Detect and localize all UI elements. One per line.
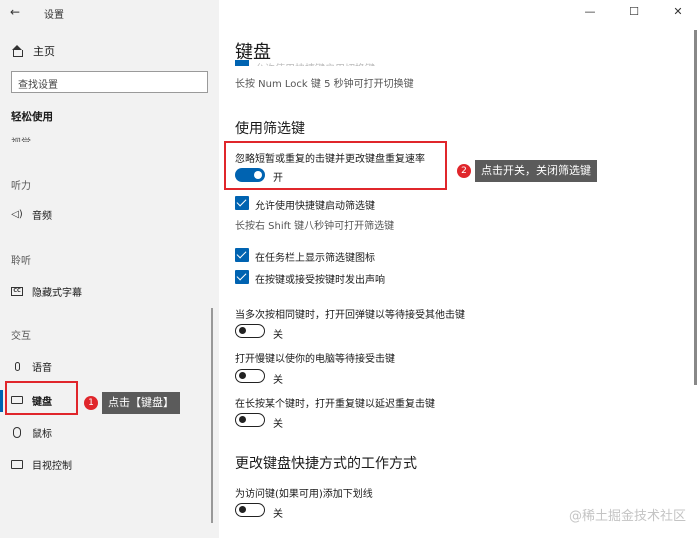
bounce-toggle-state: 关 xyxy=(273,330,283,341)
group-label-hearing: 听力 xyxy=(11,181,31,192)
app-title: 设置 xyxy=(44,10,64,21)
underline-toggle-state: 关 xyxy=(273,509,283,520)
speaker-icon: ◁) xyxy=(11,208,23,220)
bounce-keys-label: 当多次按相同键时，打开回弹键以等待接受其他击键 xyxy=(235,310,465,321)
filter-keys-heading: 使用筛选键 xyxy=(235,121,305,137)
underline-toggle[interactable] xyxy=(235,503,265,517)
annotation-badge-1: 1 xyxy=(84,396,98,410)
annotation-box-keyboard xyxy=(5,381,78,415)
beep-label: 在按键或接受按键时发出声响 xyxy=(255,275,385,286)
sidebar-item-captions[interactable]: CC 隐藏式字幕 xyxy=(11,283,82,299)
minimize-icon[interactable]: — xyxy=(568,0,612,24)
repeat-keys-toggle[interactable] xyxy=(235,413,265,427)
taskbar-icon-label: 在任务栏上显示筛选键图标 xyxy=(255,253,375,264)
annotation-badge-2: 2 xyxy=(457,164,471,178)
sidebar-item-label: 鼠标 xyxy=(32,428,52,440)
beep-checkbox[interactable] xyxy=(235,270,249,284)
annotation-tip-1: 点击【键盘】 xyxy=(102,392,180,414)
repeat-keys-label: 在长按某个键时，打开重复键以延迟重复击键 xyxy=(235,399,435,410)
microphone-icon xyxy=(11,360,23,372)
captions-icon: CC xyxy=(11,285,23,297)
sidebar-item-label: 音频 xyxy=(32,210,52,222)
search-placeholder: 查找设置 xyxy=(18,80,58,91)
filter-shortcut-label: 允许使用快捷键启动筛选键 xyxy=(255,201,375,212)
numlock-partial-label: 允许使用快捷键启用切换键 xyxy=(255,60,375,66)
back-arrow-icon[interactable]: ← xyxy=(10,5,24,19)
sidebar-item-label: 隐藏式字幕 xyxy=(32,287,82,299)
mouse-icon xyxy=(11,426,23,438)
home-icon xyxy=(11,45,23,57)
watermark: @稀土掘金技术社区 xyxy=(568,509,686,524)
shortcut-heading: 更改键盘快捷方式的工作方式 xyxy=(235,456,417,472)
main-scrollbar[interactable] xyxy=(694,30,697,385)
slow-keys-label: 打开慢键以使你的电脑等待接受击键 xyxy=(235,354,395,365)
active-indicator xyxy=(0,390,3,412)
annotation-tip-2: 点击开关，关闭筛选键 xyxy=(475,160,597,182)
sidebar-item-mouse[interactable]: 鼠标 xyxy=(11,424,52,440)
maximize-icon[interactable]: ☐ xyxy=(612,0,656,24)
group-label-interaction: 交互 xyxy=(11,331,31,342)
sidebar-item-label: 目视控制 xyxy=(32,460,72,472)
window-controls: — ☐ ✕ xyxy=(568,0,700,24)
sidebar: ← 设置 主页 查找设置 轻松使用 视觉 听力 ◁) 音频 聆听 CC 隐藏式字… xyxy=(0,0,219,538)
main-content: — ☐ ✕ 键盘 允许使用快捷键启用切换键 长按 Num Lock 键 5 秒钟… xyxy=(219,0,700,538)
search-input[interactable]: 查找设置 xyxy=(11,71,208,93)
underline-label: 为访问键(如果可用)添加下划线 xyxy=(235,489,373,500)
home-nav-item[interactable]: 主页 xyxy=(11,43,55,59)
sidebar-item-speech[interactable]: 语音 xyxy=(11,358,52,374)
sidebar-item-label: 语音 xyxy=(32,362,52,374)
section-title: 轻松使用 xyxy=(11,111,53,123)
numlock-hint: 长按 Num Lock 键 5 秒钟可打开切换键 xyxy=(235,79,414,90)
home-label: 主页 xyxy=(33,45,55,58)
filter-shortcut-checkbox[interactable] xyxy=(235,196,249,210)
repeat-toggle-state: 关 xyxy=(273,419,283,430)
eye-control-icon xyxy=(11,458,23,470)
sidebar-item-audio[interactable]: ◁) 音频 xyxy=(11,206,52,222)
close-icon[interactable]: ✕ xyxy=(656,0,700,24)
bounce-keys-toggle[interactable] xyxy=(235,324,265,338)
slow-toggle-state: 关 xyxy=(273,375,283,386)
taskbar-icon-checkbox[interactable] xyxy=(235,248,249,262)
group-label-vision-partial: 视觉 xyxy=(11,134,31,142)
slow-keys-toggle[interactable] xyxy=(235,369,265,383)
annotation-box-filter-toggle xyxy=(224,141,447,190)
checkbox-partial[interactable] xyxy=(235,60,249,66)
filter-shortcut-hint: 长按右 Shift 键八秒钟可打开筛选键 xyxy=(235,221,395,232)
group-label-listening: 聆听 xyxy=(11,256,31,267)
title-bar: ← 设置 xyxy=(0,0,219,26)
sidebar-item-eye-control[interactable]: 目视控制 xyxy=(11,456,72,472)
sidebar-scrollbar[interactable] xyxy=(211,308,213,523)
